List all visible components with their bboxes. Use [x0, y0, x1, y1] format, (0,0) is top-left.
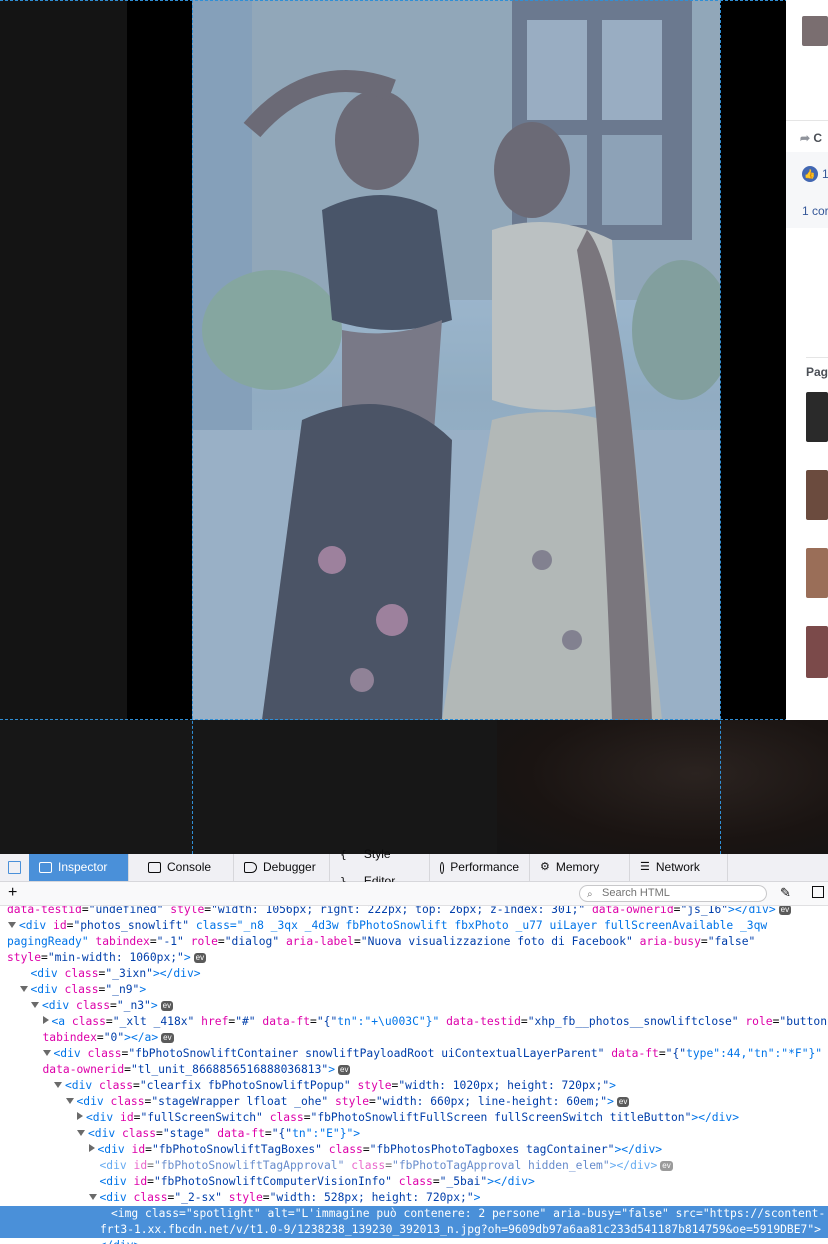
event-badge[interactable]: ev: [616, 1097, 630, 1107]
sidebar-panel: ➦ C 👍 1 1 cor Pag: [786, 0, 828, 720]
share-label: C: [813, 131, 823, 145]
debugger-icon: [244, 862, 257, 873]
share-link[interactable]: ➦ C: [800, 131, 822, 145]
markup-line-selected[interactable]: <img class="spotlight" alt="L'immagine p…: [0, 1206, 828, 1222]
guide-line-left: [192, 0, 193, 854]
tab-label: Debugger: [263, 860, 316, 874]
comment-count-link[interactable]: 1 cor: [802, 204, 828, 218]
page-avatar[interactable]: [806, 548, 828, 598]
divider: [806, 357, 828, 358]
markup-line[interactable]: <div id="fbPhotoSnowliftTagApproval" cla…: [0, 1158, 828, 1174]
tab-debugger[interactable]: Debugger: [234, 854, 330, 881]
tab-inspector[interactable]: Inspector: [29, 854, 129, 881]
tab-network[interactable]: ☰ Network: [630, 854, 728, 881]
markup-line[interactable]: <div class="stage" data-ft="{"tn":"E"}">: [0, 1126, 828, 1142]
markup-line[interactable]: <div id="fbPhotoSnowliftComputerVisionIn…: [0, 1174, 828, 1190]
divider: [786, 120, 828, 121]
markup-line[interactable]: <div class="fbPhotoSnowliftContainer sno…: [0, 1046, 828, 1062]
tab-label: Performance: [450, 860, 519, 874]
performance-icon: [440, 861, 445, 874]
spotlight-photo[interactable]: [192, 0, 720, 720]
background-photo-thumb: [497, 720, 828, 854]
event-badge[interactable]: ev: [193, 953, 207, 963]
expand-toggle[interactable]: [42, 1050, 51, 1056]
expand-toggle[interactable]: [77, 1112, 83, 1120]
guide-line-right: [720, 0, 721, 854]
memory-icon: ⚙: [540, 861, 550, 873]
photo-illustration: [192, 0, 720, 720]
tab-label: Network: [655, 860, 700, 874]
tab-label: Inspector: [58, 860, 108, 874]
expand-toggle[interactable]: [19, 986, 28, 992]
markup-line[interactable]: <div id="fbPhotoSnowliftTagBoxes" class=…: [0, 1142, 828, 1158]
like-icon: 👍: [802, 166, 818, 182]
event-badge[interactable]: ev: [778, 906, 792, 915]
markup-line[interactable]: </div>: [0, 1238, 828, 1244]
markup-line[interactable]: <div id="fullScreenSwitch" class="fbPhot…: [0, 1110, 828, 1126]
markup-line[interactable]: <div class="_n9">: [0, 982, 828, 998]
event-badge[interactable]: ev: [160, 1001, 174, 1011]
tab-console[interactable]: Console: [138, 854, 234, 881]
guide-line-top: [0, 0, 828, 1]
expand-toggle[interactable]: [31, 1002, 39, 1008]
markup-view: data-testid="undefined" style="width: 10…: [0, 906, 828, 1244]
add-node-icon[interactable]: +: [8, 884, 17, 902]
tab-style-editor[interactable]: { } Style Editor: [330, 847, 430, 888]
markup-line-selected[interactable]: frt3-1.xx.fbcdn.net/v/t1.0-9/1238238_139…: [0, 1222, 828, 1238]
avatar[interactable]: [802, 16, 828, 46]
guide-line-bottom: [0, 719, 828, 720]
markup-line[interactable]: data-ownerid="tl_unit_866885651688803681…: [0, 1062, 828, 1078]
tab-memory[interactable]: ⚙ Memory: [530, 854, 630, 881]
expand-toggle[interactable]: [77, 1130, 85, 1136]
page-avatar[interactable]: [806, 392, 828, 442]
expand-toggle[interactable]: [88, 1194, 97, 1200]
eyedropper-icon[interactable]: ✎: [780, 885, 791, 901]
markup-line[interactable]: <a class="_xlt _418x" href="#" data-ft="…: [0, 1014, 828, 1030]
sidebar-toggle-icon[interactable]: [812, 886, 824, 898]
inspector-toolbar: + ⌕ Search HTML ✎: [0, 882, 828, 906]
markup-line[interactable]: <div class="clearfix fbPhotoSnowliftPopu…: [0, 1078, 828, 1094]
markup-line[interactable]: <div class="_n3"> ev: [0, 998, 828, 1014]
expand-toggle[interactable]: [65, 1098, 74, 1104]
search-placeholder: Search HTML: [602, 887, 670, 899]
markup-line[interactable]: style="min-width: 1060px;"> ev: [0, 950, 828, 966]
page-avatar[interactable]: [806, 470, 828, 520]
pick-element-button[interactable]: [0, 854, 30, 881]
expand-toggle[interactable]: [8, 922, 16, 928]
expand-toggle[interactable]: [88, 1144, 95, 1152]
tab-label: Memory: [555, 860, 600, 874]
network-icon: ☰: [640, 861, 650, 873]
share-icon: ➦: [800, 131, 811, 145]
expand-toggle[interactable]: [54, 1082, 62, 1088]
search-icon: ⌕: [587, 889, 593, 900]
markup-line[interactable]: <div class="_2-sx" style="width: 528px; …: [0, 1190, 828, 1206]
expand-toggle[interactable]: [42, 1016, 49, 1024]
markup-line[interactable]: <div class="stageWrapper lfloat _ohe" st…: [0, 1094, 828, 1110]
markup-line[interactable]: data-testid="undefined" style="width: 10…: [0, 906, 828, 918]
tab-label: Console: [167, 860, 212, 874]
devtools-panel: Inspector Console Debugger { } Style Edi…: [0, 847, 828, 1244]
pages-heading: Pag: [806, 365, 828, 379]
event-badge[interactable]: ev: [338, 1065, 351, 1075]
markup-line[interactable]: <div class="_3ixn"></div>: [0, 966, 828, 982]
markup-line[interactable]: <div id="photos_snowlift" class="_n8 _3q…: [0, 918, 828, 934]
markup-line[interactable]: pagingReady" tabindex="-1" role="dialog"…: [0, 934, 828, 950]
event-badge[interactable]: ev: [660, 1161, 673, 1171]
inspector-icon: [39, 862, 52, 873]
console-icon: [148, 862, 161, 873]
like-count[interactable]: 1: [822, 167, 828, 181]
markup-line[interactable]: tabindex="0"></a> ev: [0, 1030, 828, 1046]
devtools-tabbar: Inspector Console Debugger { } Style Edi…: [0, 847, 828, 888]
page-avatar[interactable]: [806, 626, 828, 678]
search-html-input[interactable]: ⌕ Search HTML: [579, 885, 767, 902]
event-badge[interactable]: ev: [161, 1033, 174, 1043]
tab-performance[interactable]: Performance: [430, 854, 530, 881]
pick-element-icon: [8, 861, 21, 874]
